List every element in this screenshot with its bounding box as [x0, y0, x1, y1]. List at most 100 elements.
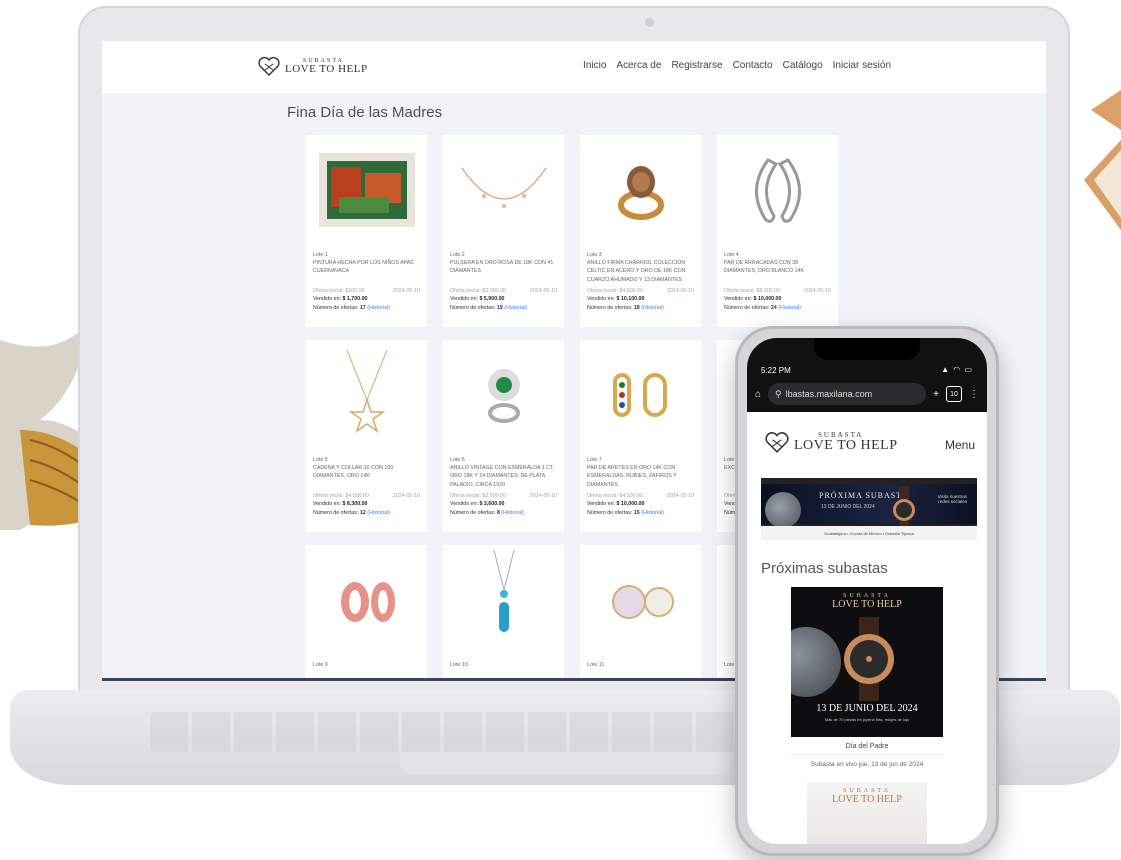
- nav-registrarse[interactable]: Registrarse: [671, 60, 722, 71]
- nav-inicio[interactable]: Inicio: [583, 60, 606, 71]
- poster-title: LOVE TO HELP: [832, 794, 902, 805]
- promo-banner[interactable]: PRÓXIMA SUBASTA 13 DE JUNIO DEL 2024 Vis…: [761, 478, 977, 540]
- lot-details: Lote 2 PULSERA EN ORO ROSA DE 18K CON 41…: [443, 245, 564, 312]
- heart-logo-icon: [258, 56, 280, 76]
- lot-image[interactable]: [443, 545, 564, 655]
- lot-details: Lote 4 PAR DE ARRACADAS CON 38 DIAMANTES…: [717, 245, 838, 312]
- lot-details: Lote 1 PINTURA HECHA POR LOS NIÑOS APAC …: [306, 245, 427, 312]
- lot-image[interactable]: [306, 135, 427, 245]
- lot-card[interactable]: Lote 5 CADENA Y COLLAR 10 CON 100 DIAMAN…: [306, 340, 427, 532]
- lot-image[interactable]: [443, 340, 564, 450]
- signal-wifi-battery-icon: ▲ ◠ ▭: [941, 365, 973, 374]
- sold-label: Vendido en:: [587, 501, 615, 508]
- lot-image[interactable]: [443, 135, 564, 245]
- lot-image[interactable]: [306, 545, 427, 655]
- lot-card[interactable]: Lote 4 PAR DE ARRACADAS CON 38 DIAMANTES…: [717, 135, 838, 327]
- url-text: lbastas.maxilana.com: [785, 389, 873, 399]
- lot-card[interactable]: Lote 3 ANILLO FIRMA CHARRIOL COLECCIÓN C…: [580, 135, 701, 327]
- lot-card[interactable]: Lote 9: [306, 545, 427, 678]
- mobile-site-logo[interactable]: SUBASTA LOVE TO HELP: [763, 430, 897, 454]
- upcoming-auctions-heading: Próximas subastas: [761, 560, 888, 577]
- lot-card[interactable]: Lote 6 ANILLO VINTAGE CON ESMERALDA 1 CT…: [443, 340, 564, 532]
- new-tab-icon[interactable]: +: [933, 389, 939, 400]
- mobile-site-header: SUBASTA LOVE TO HELP Menu: [747, 412, 987, 462]
- nav-contacto[interactable]: Contacto: [733, 60, 773, 71]
- nav-catalogo[interactable]: Catálogo: [783, 60, 823, 71]
- lot-card[interactable]: Lote 11: [580, 545, 701, 678]
- offers-label: Número de ofertas:: [587, 304, 633, 311]
- lot-details: Lote 3 ANILLO FIRMA CHARRIOL COLECCIÓN C…: [580, 245, 701, 312]
- offers-row: Número de ofertas: 18 (Historial): [587, 304, 694, 312]
- site-settings-icon[interactable]: ⚲: [775, 389, 782, 400]
- lot-card[interactable]: Lote 1 PINTURA HECHA POR LOS NIÑOS APAC …: [306, 135, 427, 327]
- lot-number: Lote 6: [450, 457, 465, 463]
- more-menu-icon[interactable]: ⋮: [969, 389, 979, 400]
- offers-label: Número de ofertas:: [313, 509, 359, 516]
- sold-price: $ 10,000.00: [753, 296, 782, 303]
- lot-card[interactable]: Lote 10: [443, 545, 564, 678]
- offers-row: Número de ofertas: 15 (Historial): [587, 509, 694, 517]
- lot-image[interactable]: [580, 545, 701, 655]
- tab-switcher-icon[interactable]: 10: [946, 386, 962, 402]
- lot-number: Lote 5: [313, 457, 328, 463]
- offers-count: 12: [359, 509, 366, 516]
- lot-details: Lote 5 CADENA Y COLLAR 10 CON 100 DIAMAN…: [306, 450, 427, 517]
- history-link[interactable]: (Historial): [504, 305, 527, 311]
- moon-image: [765, 492, 801, 528]
- lot-image[interactable]: [717, 135, 838, 245]
- lot-description: PAR DE ARETES EN ORO 14K CON ESMERALDAS,…: [587, 465, 677, 488]
- lot-meta: Oferta inicial: $3,000.00 2024-05-10: [450, 287, 557, 295]
- poster-logo: SUBASTA LOVE TO HELP: [807, 788, 927, 805]
- offers-row: Número de ofertas: 12 (Historial): [313, 509, 420, 517]
- offers-count: 24: [770, 304, 777, 311]
- lot-image[interactable]: [306, 340, 427, 450]
- starting-offer: Oferta inicial: $100.00: [313, 288, 365, 295]
- lot-number: Lote 9: [313, 662, 328, 668]
- status-time: 5:22 PM: [761, 366, 791, 375]
- lot-description: ANILLO FIRMA CHARRIOL COLECCIÓN CELTIC E…: [587, 260, 686, 283]
- history-link[interactable]: (Historial): [641, 305, 664, 311]
- laptop-camera: [645, 18, 654, 27]
- mobile-menu-button[interactable]: Menu: [945, 438, 975, 452]
- sold-price-row: Vendido en: $ 10,000.00: [587, 500, 694, 508]
- lot-description: [587, 669, 694, 678]
- sold-price-row: Vendido en: $ 3,600.00: [450, 500, 557, 508]
- heart-logo-icon: [765, 432, 789, 453]
- lot-card[interactable]: Lote 7 PAR DE ARETES EN ORO 14K CON ESME…: [580, 340, 701, 532]
- nav-acerca-de[interactable]: Acerca de: [616, 60, 661, 71]
- offers-label: Número de ofertas:: [450, 509, 496, 516]
- promo-note: Visita nuestras redes sociales: [937, 494, 967, 504]
- lot-details: Lote 11: [580, 655, 701, 678]
- main-nav: Inicio Acerca de Registrarse Contacto Ca…: [583, 60, 891, 71]
- sold-label: Vendido en:: [313, 296, 341, 303]
- sold-price: $ 8,300.00: [342, 501, 368, 508]
- home-icon[interactable]: ⌂: [755, 389, 761, 400]
- address-bar[interactable]: ⚲ lbastas.maxilana.com: [768, 383, 927, 405]
- sold-label: Vendido en:: [313, 501, 341, 508]
- sold-label: Vendido en:: [587, 296, 615, 303]
- site-logo[interactable]: SUBASTA LOVE TO HELP: [257, 55, 368, 77]
- history-link[interactable]: (Historial): [501, 510, 524, 516]
- nav-iniciar-sesion[interactable]: Iniciar sesión: [833, 60, 891, 71]
- lot-number: Lote 1: [313, 252, 328, 258]
- moon-image: [791, 627, 841, 697]
- lot-description: PINTURA HECHA POR LOS NIÑOS APAC CUERNAV…: [313, 260, 415, 275]
- history-link[interactable]: (Historial): [778, 305, 801, 311]
- lot-card[interactable]: Lote 2 PULSERA EN ORO ROSA DE 18K CON 41…: [443, 135, 564, 327]
- auction-card[interactable]: SUBASTA LOVE TO HELP 13 DE JUNIO DEL 202…: [791, 587, 943, 774]
- sold-price-row: Vendido en: $ 10,000.00: [724, 295, 831, 303]
- offers-label: Número de ofertas:: [450, 304, 496, 311]
- history-link[interactable]: (Historial): [367, 305, 390, 311]
- lot-image[interactable]: [580, 340, 701, 450]
- history-link[interactable]: (Historial): [367, 510, 390, 516]
- offers-row: Número de ofertas: 19 (Historial): [450, 304, 557, 312]
- poster-logo: SUBASTA LOVE TO HELP: [791, 593, 943, 610]
- sold-label: Vendido en:: [450, 296, 478, 303]
- lot-image[interactable]: [580, 135, 701, 245]
- lot-description: CADENA Y COLLAR 10 CON 100 DIAMANTES, OR…: [313, 465, 394, 480]
- lot-meta: Oferta inicial: $2,500.00 2024-05-10: [450, 492, 557, 500]
- lot-description: ANILLO VINTAGE CON ESMERALDA 1 CT, ORO 1…: [450, 465, 555, 488]
- history-link[interactable]: (Historial): [641, 510, 664, 516]
- starting-offer: Oferta inicial: $4,500.00: [587, 493, 643, 500]
- auction-card-next[interactable]: SUBASTA LOVE TO HELP: [807, 782, 927, 844]
